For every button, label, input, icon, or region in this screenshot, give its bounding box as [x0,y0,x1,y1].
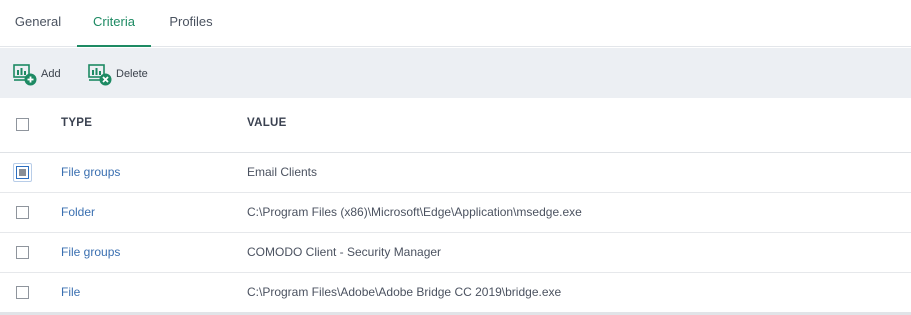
type-link[interactable]: Folder [61,205,95,219]
delete-criteria-icon [88,62,112,86]
column-header-value[interactable]: VALUE [247,117,287,129]
tab-profiles[interactable]: Profiles [151,0,231,47]
column-header-type[interactable]: TYPE [61,117,92,129]
value-cell: Email Clients [247,165,318,179]
table-row: Folder C:\Program Files (x86)\Microsoft\… [0,193,911,233]
tab-general[interactable]: General [0,0,76,47]
table-header-row: TYPE VALUE [0,98,911,153]
tab-criteria[interactable]: Criteria [77,0,151,47]
row-checkbox[interactable] [16,286,29,299]
table-row: File C:\Program Files\Adobe\Adobe Bridge… [0,273,911,312]
delete-button-label: Delete [116,68,148,80]
value-cell: C:\Program Files\Adobe\Adobe Bridge CC 2… [247,285,562,299]
add-button[interactable]: Add [13,62,61,86]
type-link[interactable]: File groups [61,245,120,259]
toolbar: Add Delete [0,48,911,98]
value-cell: COMODO Client - Security Manager [247,245,442,259]
row-checkbox[interactable] [16,166,29,179]
row-checkbox[interactable] [16,246,29,259]
table-row: File groups COMODO Client - Security Man… [0,233,911,273]
value-cell: C:\Program Files (x86)\Microsoft\Edge\Ap… [247,205,582,219]
type-link[interactable]: File [61,285,80,299]
delete-button[interactable]: Delete [88,62,148,86]
row-checkbox[interactable] [16,206,29,219]
table-row: File groups Email Clients [0,153,911,193]
select-all-checkbox[interactable] [16,118,29,131]
tab-bar: General Criteria Profiles [0,0,911,47]
add-criteria-icon [13,62,37,86]
type-link[interactable]: File groups [61,165,120,179]
add-button-label: Add [41,68,61,80]
